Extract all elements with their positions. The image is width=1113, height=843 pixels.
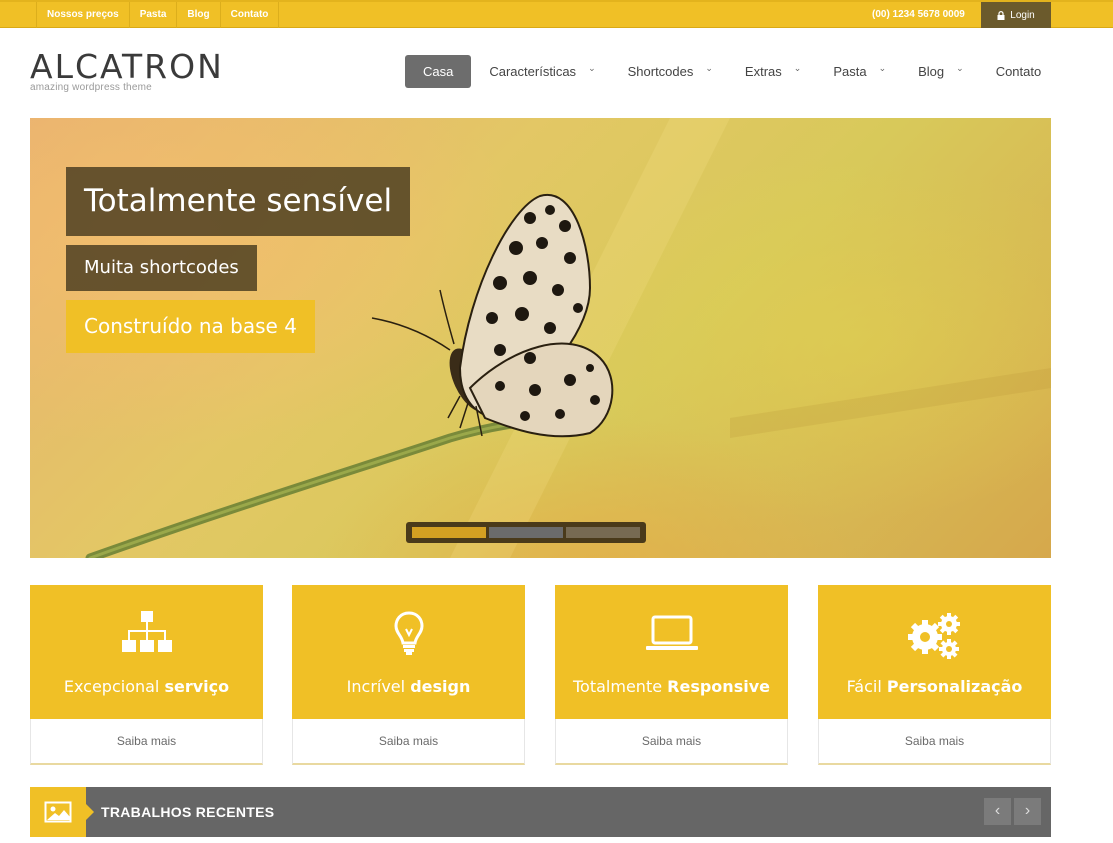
feature-title-light: Totalmente: [573, 677, 663, 696]
nav-item-extras[interactable]: Extras ⌄: [729, 55, 817, 88]
feature-title-bold: serviço: [164, 677, 230, 696]
nav-label: Características: [489, 64, 577, 79]
slider-caption-3: Construído na base 4: [66, 300, 315, 353]
lightbulb-icon: [292, 611, 525, 655]
feature-title: Incrível design: [292, 677, 525, 696]
chevron-down-icon: ⌄: [878, 63, 887, 73]
main-nav: Casa Características ⌄ Shortcodes ⌄ Extras…: [405, 55, 1057, 88]
nav-item-blog[interactable]: Blog ⌄: [902, 55, 980, 88]
feature-top: Excepcional serviço: [30, 585, 263, 719]
chevron-down-icon: ⌄: [705, 63, 713, 73]
site-logo[interactable]: ALCATRON amazing wordpress theme: [30, 47, 224, 94]
top-link-precos[interactable]: Nossos preços: [36, 2, 129, 28]
top-link-contato[interactable]: Contato: [219, 2, 280, 28]
image-icon: [30, 787, 94, 837]
nav-item-shortcodes[interactable]: Shortcodes ⌄: [612, 55, 729, 88]
chevron-right-icon[interactable]: ›: [1014, 798, 1041, 825]
top-phone: (00) 1234 5678 0009: [872, 9, 965, 20]
slider-bullet-2[interactable]: [489, 527, 563, 538]
nav-label: Contato: [995, 64, 1042, 79]
feature-title-light: Excepcional: [63, 677, 160, 696]
slider-bullet-3[interactable]: [566, 527, 640, 538]
slider-pagination: [406, 522, 646, 543]
top-bar: Nossos preços Pasta Blog Contato (00) 12…: [0, 0, 1113, 28]
nav-label: Shortcodes: [627, 64, 694, 79]
logo-title: ALCATRON: [30, 47, 224, 86]
feature-title-bold: Personalização: [886, 677, 1023, 696]
nav-item-pasta[interactable]: Pasta ⌄: [817, 55, 902, 88]
gears-icon: [818, 611, 1051, 659]
feature-title-light: Incrível: [346, 677, 406, 696]
nav-item-caracteristicas[interactable]: Características ⌄: [473, 55, 611, 88]
nav-item-contato[interactable]: Contato: [980, 55, 1058, 88]
feature-box-design: Incrível design Saiba mais: [292, 585, 525, 765]
slider-caption-1: Totalmente sensível: [66, 167, 411, 236]
top-link-blog[interactable]: Blog: [176, 2, 219, 28]
feature-box-personalizacao: Fácil Personalização Saiba mais: [818, 585, 1051, 765]
hero-slider[interactable]: Totalmente sensível Muita shortcodes Con…: [30, 118, 1051, 558]
feature-box-servico: Excepcional serviço Saiba mais: [30, 585, 263, 765]
login-button[interactable]: Login: [981, 2, 1051, 28]
chevron-down-icon: ⌄: [793, 63, 802, 73]
top-links: Nossos preços Pasta Blog Contato: [36, 2, 280, 28]
nav-label: Blog: [918, 64, 945, 79]
feature-title: Excepcional serviço: [30, 677, 263, 696]
slider-bullet-1[interactable]: [412, 527, 486, 538]
laptop-icon: [555, 611, 788, 655]
nav-label: Extras: [744, 64, 782, 79]
chevron-left-icon[interactable]: ‹: [984, 798, 1011, 825]
feature-title-bold: design: [410, 677, 471, 696]
feature-box-responsive: Totalmente Responsive Saiba mais: [555, 585, 788, 765]
saiba-mais-button[interactable]: Saiba mais: [818, 719, 1051, 765]
slider-caption-2: Muita shortcodes: [66, 245, 257, 291]
feature-top: Fácil Personalização: [818, 585, 1051, 719]
recent-works-bar: TRABALHOS RECENTES ‹ ›: [30, 787, 1051, 837]
feature-title: Totalmente Responsive: [555, 677, 788, 696]
nav-label: Pasta: [833, 64, 867, 79]
chevron-down-icon: ⌄: [588, 63, 596, 73]
feature-top: Totalmente Responsive: [555, 585, 788, 719]
login-label: Login: [1010, 9, 1035, 21]
nav-label: Casa: [423, 64, 454, 79]
saiba-mais-button[interactable]: Saiba mais: [555, 719, 788, 765]
nav-item-casa[interactable]: Casa: [405, 55, 472, 88]
feature-top: Incrível design: [292, 585, 525, 719]
lock-icon: [997, 10, 1005, 20]
feature-title-light: Fácil: [846, 677, 882, 696]
feature-title: Fácil Personalização: [818, 677, 1051, 696]
recent-works-title: TRABALHOS RECENTES: [101, 804, 275, 820]
feature-title-bold: Responsive: [667, 677, 770, 696]
sitemap-icon: [30, 611, 263, 655]
saiba-mais-button[interactable]: Saiba mais: [292, 719, 525, 765]
chevron-down-icon: ⌄: [956, 63, 964, 73]
saiba-mais-button[interactable]: Saiba mais: [30, 719, 263, 765]
top-link-pasta[interactable]: Pasta: [128, 2, 177, 28]
